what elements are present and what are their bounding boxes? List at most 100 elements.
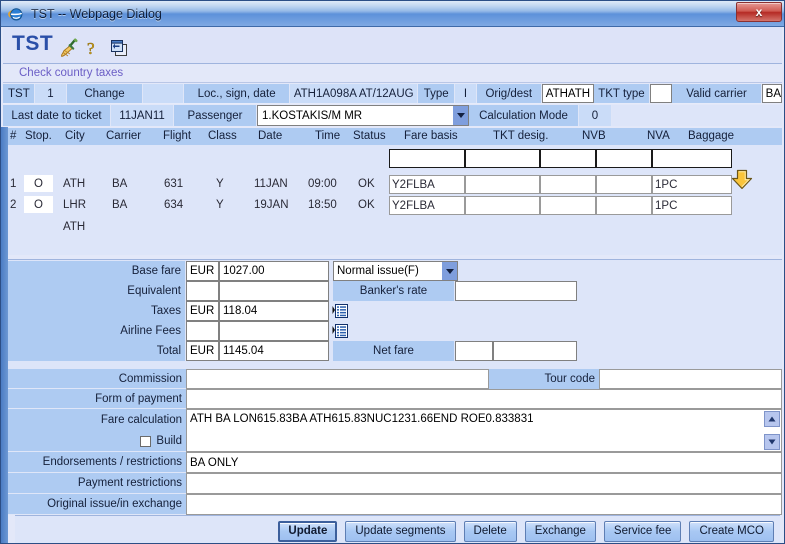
change-value: [143, 84, 184, 103]
row-2-time: 18:50: [308, 199, 337, 211]
row-2-status: OK: [358, 199, 375, 211]
airline-fees-currency[interactable]: [186, 321, 219, 341]
app-header: TST ?: [3, 27, 782, 64]
fare-calculation-input[interactable]: ATH BA LON615.83BA ATH615.83NUC1231.66EN…: [186, 409, 782, 452]
row-2-nva-input[interactable]: [596, 196, 652, 215]
window-titlebar: TST -- Webpage Dialog x: [1, 1, 784, 27]
base-fare-label: Base fare: [8, 261, 186, 281]
window-title: TST -- Webpage Dialog: [31, 6, 162, 21]
net-fare-input[interactable]: [493, 341, 577, 361]
valid-carrier-input[interactable]: BA: [761, 84, 782, 103]
fare-calculation-value: ATH BA LON615.83BA ATH615.83NUC1231.66EN…: [190, 413, 534, 425]
base-fare-currency[interactable]: EUR: [186, 261, 219, 281]
equivalent-input[interactable]: [219, 281, 329, 301]
new-nvb-input[interactable]: [540, 149, 596, 168]
last-date-to-ticket-label: Last date to ticket: [3, 105, 111, 126]
row-1-nva-input[interactable]: [596, 175, 652, 194]
fare-calc-scroll-down-button[interactable]: [764, 434, 780, 450]
fare-calculation-label-group: Fare calculation Build: [8, 409, 186, 452]
col-nvb: NVB: [582, 130, 606, 142]
row-1-stop[interactable]: O: [24, 175, 53, 192]
row-2-stop[interactable]: O: [24, 196, 53, 213]
help-question-icon[interactable]: ?: [85, 38, 105, 59]
tour-code-label: Tour code: [489, 369, 599, 389]
row-2-fare-basis-input[interactable]: Y2FLBA: [389, 196, 465, 215]
row-1-fare-basis-input[interactable]: Y2FLBA: [389, 175, 465, 194]
new-baggage-input[interactable]: [652, 149, 732, 168]
col-city: City: [65, 130, 85, 142]
net-fare-label: Net fare: [333, 341, 455, 361]
passenger-select[interactable]: 1.KOSTAKIS/M MR: [257, 105, 469, 126]
new-tkt-desig-input[interactable]: [465, 149, 540, 168]
issue-type-select[interactable]: Normal issue(F): [333, 261, 458, 281]
row-2-city: LHR: [63, 199, 87, 211]
close-button[interactable]: x: [736, 2, 782, 22]
payment-restrictions-label: Payment restrictions: [8, 473, 186, 494]
row-1-nvb-input[interactable]: [540, 175, 596, 194]
new-fare-basis-input[interactable]: [389, 149, 465, 168]
broom-icon[interactable]: [60, 38, 80, 59]
row-2-date: 19JAN: [254, 199, 289, 211]
airline-fees-detail-list-icon[interactable]: [332, 323, 348, 339]
payment-restrictions-input[interactable]: [186, 473, 782, 494]
dialog-body: TST ? Check country taxes TST 1 Change L…: [1, 27, 784, 543]
change-label[interactable]: Change: [66, 84, 144, 103]
original-issue-input[interactable]: [186, 494, 782, 515]
row-2-flight: 634: [164, 199, 184, 211]
airline-fees-input[interactable]: [219, 321, 329, 341]
yellow-down-arrow-icon[interactable]: [731, 169, 754, 190]
update-segments-button[interactable]: Update segments: [345, 521, 456, 542]
row-2-baggage-input[interactable]: 1PC: [652, 196, 732, 215]
chevron-down-icon[interactable]: [453, 106, 468, 125]
taxes-input[interactable]: 118.04: [219, 301, 329, 321]
bankers-rate-input[interactable]: [455, 281, 577, 301]
endorsements-input[interactable]: BA ONLY: [186, 452, 782, 473]
total-input[interactable]: 1145.04: [219, 341, 329, 361]
build-checkbox-group[interactable]: Build: [8, 431, 186, 452]
row-1-flight: 631: [164, 178, 184, 190]
create-mco-button[interactable]: Create MCO: [689, 521, 774, 542]
orig-dest-input[interactable]: ATHATH: [541, 84, 594, 103]
chevron-down-icon[interactable]: [442, 262, 457, 280]
issue-type-value: Normal issue(F): [337, 265, 419, 277]
delete-button[interactable]: Delete: [463, 521, 517, 542]
row-2-tkt-desig-input[interactable]: [465, 196, 540, 215]
row-1-city: ATH: [63, 178, 86, 190]
tkt-type-input[interactable]: [650, 84, 673, 103]
tour-code-input[interactable]: [599, 369, 782, 389]
ie-icon: [8, 6, 24, 22]
col-flight: Flight: [163, 130, 192, 142]
commission-input[interactable]: [186, 369, 489, 389]
equivalent-currency[interactable]: [186, 281, 219, 301]
exchange-button[interactable]: Exchange: [524, 521, 596, 542]
calculation-mode-value: 0: [579, 105, 612, 126]
passenger-value: 1.KOSTAKIS/M MR: [262, 109, 363, 122]
row-1-num: 1: [10, 178, 17, 190]
row-2-class: Y: [216, 199, 224, 211]
endorsements-label: Endorsements / restrictions: [8, 452, 186, 473]
row-1-baggage-input[interactable]: 1PC: [652, 175, 732, 194]
total-label: Total: [8, 341, 186, 361]
net-fare-currency[interactable]: [455, 341, 493, 361]
tst-label: TST: [3, 84, 36, 103]
left-rail-top: [1, 127, 8, 309]
copy-window-icon[interactable]: [110, 38, 130, 59]
row-1-tkt-desig-input[interactable]: [465, 175, 540, 194]
row-2-nvb-input[interactable]: [540, 196, 596, 215]
final-city: ATH: [63, 221, 86, 233]
col-baggage: Baggage: [688, 130, 735, 142]
fare-panel: Base fare EUR 1027.00 Normal issue(F) Eq…: [8, 259, 782, 371]
service-fee-button[interactable]: Service fee: [603, 521, 682, 542]
update-button[interactable]: Update: [278, 521, 338, 542]
tkt-type-label: TKT type: [593, 84, 651, 103]
taxes-currency[interactable]: EUR: [186, 301, 219, 321]
base-fare-input[interactable]: 1027.00: [219, 261, 329, 281]
loc-sign-date-label: Loc., sign, date: [183, 84, 291, 103]
fare-calc-scroll-up-button[interactable]: [764, 411, 780, 427]
header-row-2-filler: [612, 105, 782, 126]
new-nva-input[interactable]: [596, 149, 652, 168]
form-of-payment-input[interactable]: [186, 389, 782, 409]
check-country-taxes-link[interactable]: Check country taxes: [19, 67, 123, 79]
taxes-detail-list-icon[interactable]: [332, 303, 348, 319]
build-checkbox[interactable]: [140, 435, 152, 447]
